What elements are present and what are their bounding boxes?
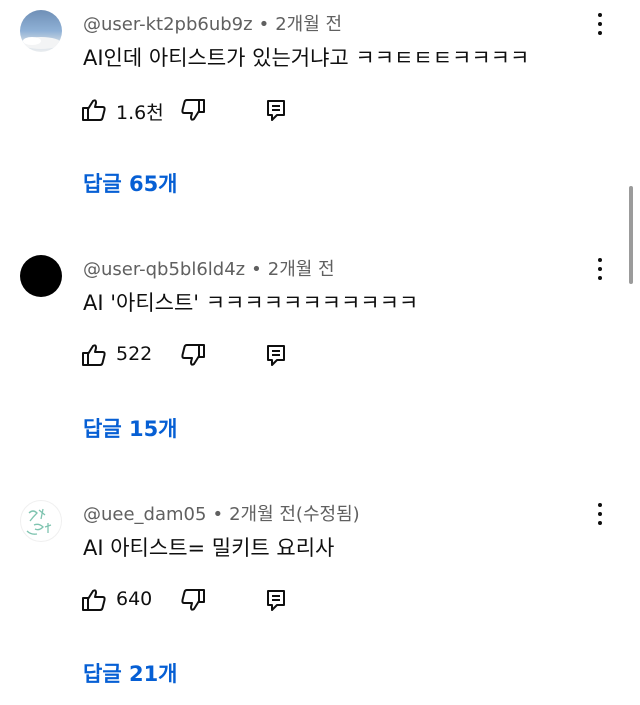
comment-item: @user-qb5bl6ld4z • 2개월 전 AI '아티스트' ㅋㅋㅋㅋㅋㅋㅋ…: [0, 245, 640, 490]
comment-time[interactable]: 2개월 전(수정됨): [229, 504, 360, 525]
comment-header: @user-qb5bl6ld4z • 2개월 전: [83, 255, 335, 281]
comment-item: @user-kt2pb6ub9z • 2개월 전 AI인데 아티스트가 있는거냐고 …: [0, 0, 640, 245]
comment-item: @uee_dam05 • 2개월 전(수정됨) AI 아티스트= 밀키트 요리사 6…: [0, 490, 640, 705]
separator-dot: •: [251, 259, 262, 280]
comment-header: @uee_dam05 • 2개월 전(수정됨): [83, 500, 360, 526]
reply-comment-icon[interactable]: [264, 97, 288, 123]
like-count: 640: [116, 588, 153, 610]
thumbs-up-icon[interactable]: [80, 96, 110, 124]
scrollbar[interactable]: [629, 186, 633, 284]
like-count: 522: [116, 343, 153, 365]
cloud-photo-icon: [21, 37, 61, 49]
thumbs-up-icon[interactable]: [80, 586, 110, 614]
thumbs-down-icon[interactable]: [179, 341, 209, 369]
comment-header: @user-kt2pb6ub9z • 2개월 전: [83, 10, 342, 36]
avatar[interactable]: [20, 500, 62, 542]
more-vertical-icon[interactable]: [588, 255, 612, 283]
like-count: 1.6천: [116, 102, 164, 124]
view-replies-button[interactable]: 답글 15개: [83, 413, 178, 443]
avatar[interactable]: [20, 10, 62, 52]
reply-comment-icon[interactable]: [264, 342, 288, 368]
view-replies-button[interactable]: 답글 21개: [83, 658, 178, 688]
comment-text: AI 아티스트= 밀키트 요리사: [83, 536, 335, 560]
comment-text: AI인데 아티스트가 있는거냐고 ㅋㅋㅌㅌㅌㅋㅋㅋㅋ: [83, 46, 530, 70]
thumbs-up-icon[interactable]: [80, 341, 110, 369]
comment-text: AI '아티스트' ㅋㅋㅋㅋㅋㅋㅋㅋㅋㅋㅋ: [83, 291, 419, 315]
comment-author[interactable]: @user-kt2pb6ub9z: [83, 14, 253, 35]
doodle-avatar-icon: [26, 508, 52, 535]
view-replies-button[interactable]: 답글 65개: [83, 168, 178, 198]
comment-actions: 1.6천: [80, 92, 340, 128]
more-vertical-icon[interactable]: [588, 10, 612, 38]
separator-dot: •: [212, 504, 224, 525]
comment-author[interactable]: @uee_dam05: [83, 504, 206, 525]
more-vertical-icon[interactable]: [588, 500, 612, 528]
separator-dot: •: [258, 14, 270, 35]
comment-time[interactable]: 2개월 전: [275, 14, 342, 35]
comment-time[interactable]: 2개월 전: [268, 259, 335, 280]
thumbs-down-icon[interactable]: [179, 96, 209, 124]
reply-comment-icon[interactable]: [264, 587, 288, 613]
avatar[interactable]: [20, 255, 62, 297]
comment-actions: 522: [80, 337, 340, 373]
comment-actions: 640: [80, 582, 340, 618]
comment-author[interactable]: @user-qb5bl6ld4z: [83, 259, 245, 280]
thumbs-down-icon[interactable]: [179, 586, 209, 614]
